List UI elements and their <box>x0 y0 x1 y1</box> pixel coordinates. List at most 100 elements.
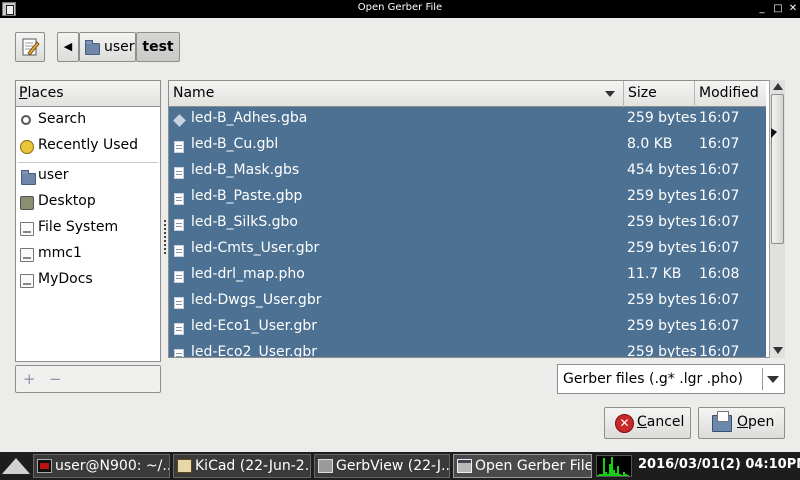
cancel-mnemonic: C <box>637 414 647 430</box>
places-header-label: laces <box>27 85 64 101</box>
task-label: KiCad (22-Jun-2... <box>195 458 311 474</box>
drive-icon <box>20 222 34 236</box>
maximize-button[interactable]: □ <box>772 1 784 16</box>
task-terminal[interactable]: user@N900: ~/... <box>33 454 170 478</box>
file-list[interactable]: Name Size Modified led-B_Adhes.gba 259 by… <box>168 80 785 358</box>
file-row[interactable]: led-Cmts_User.gbr 259 bytes 16:07 <box>169 237 766 263</box>
file-row[interactable]: led-B_Paste.gbp 259 bytes 16:07 <box>169 185 766 211</box>
breadcrumb-user[interactable]: user <box>79 32 136 62</box>
pane-splitter[interactable] <box>164 220 166 254</box>
file-icon <box>174 297 184 309</box>
title-bar: Open Gerber File _ □ ✕ <box>0 0 800 18</box>
file-list-scrollbar[interactable] <box>769 80 785 358</box>
close-window-button[interactable]: ✕ <box>787 1 799 16</box>
file-name: led-B_Paste.gbp <box>191 188 303 204</box>
task-kicad[interactable]: KiCad (22-Jun-2... <box>173 454 311 478</box>
place-item-search[interactable]: Search <box>18 108 158 134</box>
file-name: led-B_Cu.gbl <box>191 136 279 152</box>
type-filename-button[interactable] <box>15 32 45 62</box>
column-modified-label: Modified <box>699 85 759 101</box>
file-modified: 16:07 <box>699 110 740 126</box>
clock-icon <box>20 140 34 154</box>
desktop-icon <box>20 196 34 210</box>
filter-selected-label: Gerber files (.g* .lgr .pho) <box>563 371 743 387</box>
file-list-header: Name Size Modified <box>169 81 766 107</box>
file-row[interactable]: led-Eco2_User.gbr 259 bytes 16:07 <box>169 341 766 357</box>
task-label: GerbView (22-J... <box>336 458 450 474</box>
place-label: File System <box>38 219 119 235</box>
file-row[interactable]: led-B_SilkS.gbo 259 bytes 16:07 <box>169 211 766 237</box>
file-icon <box>174 193 184 205</box>
column-size-label: Size <box>628 85 657 101</box>
file-size: 259 bytes <box>627 110 697 126</box>
place-label: Recently Used <box>38 137 139 153</box>
scroll-down-icon[interactable] <box>773 347 783 354</box>
file-icon <box>174 271 184 283</box>
column-header-name[interactable]: Name <box>169 81 624 107</box>
task-gerbview[interactable]: GerbView (22-J... <box>314 454 450 478</box>
place-label: MyDocs <box>38 271 93 287</box>
column-header-size[interactable]: Size <box>624 81 695 107</box>
open-folder-icon <box>712 411 732 432</box>
place-item-desktop[interactable]: Desktop <box>18 190 158 216</box>
file-name: led-drl_map.pho <box>191 266 305 282</box>
file-row[interactable]: led-Eco1_User.gbr 259 bytes 16:07 <box>169 315 766 341</box>
file-size: 259 bytes <box>627 318 697 334</box>
place-item-mydocs[interactable]: MyDocs <box>18 268 158 294</box>
add-bookmark-button[interactable]: + <box>23 370 36 388</box>
cpu-monitor <box>596 455 632 477</box>
file-row[interactable]: led-B_Adhes.gba 259 bytes 16:07 <box>169 107 766 133</box>
gerbview-icon <box>318 459 333 473</box>
open-mnemonic: O <box>737 414 749 430</box>
file-modified: 16:07 <box>699 292 740 308</box>
sort-descending-icon <box>605 91 615 97</box>
drive-icon <box>20 248 34 262</box>
open-button[interactable]: Open <box>698 407 785 439</box>
task-label: user@N900: ~/... <box>55 458 170 474</box>
place-item-user[interactable]: user <box>18 164 158 190</box>
file-modified: 16:07 <box>699 136 740 152</box>
file-icon <box>174 167 184 179</box>
places-header[interactable]: Places <box>16 81 160 107</box>
file-size: 454 bytes <box>627 162 697 178</box>
scroll-up-icon[interactable] <box>773 83 783 90</box>
column-name-label: Name <box>173 85 215 101</box>
file-row[interactable]: led-drl_map.pho 11.7 KB 16:08 <box>169 263 766 289</box>
column-header-modified[interactable]: Modified <box>695 81 766 107</box>
file-name: led-B_Adhes.gba <box>191 110 308 126</box>
place-label: mmc1 <box>38 245 82 261</box>
file-icon <box>174 323 184 335</box>
path-back-button[interactable]: ◀ <box>57 32 79 62</box>
cancel-button[interactable]: ✕ Cancel <box>604 407 691 439</box>
chevron-left-icon: ◀ <box>63 40 73 53</box>
window-icon <box>457 459 472 473</box>
places-add-remove-bar: + − <box>15 365 161 393</box>
place-item-file-system[interactable]: File System <box>18 216 158 242</box>
scrollbar-thumb[interactable] <box>771 94 784 244</box>
terminal-icon <box>37 459 52 473</box>
file-type-filter[interactable]: Gerber files (.g* .lgr .pho) <box>557 364 785 394</box>
file-modified: 16:08 <box>699 266 740 282</box>
start-menu-button[interactable] <box>0 452 32 480</box>
place-label: Desktop <box>38 193 96 209</box>
window-title: Open Gerber File <box>357 2 443 13</box>
place-item-mmc1[interactable]: mmc1 <box>18 242 158 268</box>
task-open-gerber-file[interactable]: Open Gerber File <box>453 454 592 478</box>
file-size: 8.0 KB <box>627 136 673 152</box>
edit-icon <box>22 38 40 56</box>
cpu-bar <box>627 475 629 476</box>
cancel-label-rest: ancel <box>646 414 685 430</box>
breadcrumb-test[interactable]: test <box>136 32 180 62</box>
clock[interactable]: 2016/03/01(2) 04:10PM <box>638 457 800 472</box>
remove-bookmark-button[interactable]: − <box>49 370 62 388</box>
minimize-button[interactable]: _ <box>756 1 768 16</box>
drive-icon <box>20 274 34 288</box>
file-size: 11.7 KB <box>627 266 682 282</box>
file-row[interactable]: led-B_Cu.gbl 8.0 KB 16:07 <box>169 133 766 159</box>
place-label: Search <box>38 111 87 127</box>
file-row[interactable]: led-B_Mask.gbs 454 bytes 16:07 <box>169 159 766 185</box>
file-row[interactable]: led-Dwgs_User.gbr 259 bytes 16:07 <box>169 289 766 315</box>
taskbar: user@N900: ~/... KiCad (22-Jun-2... Gerb… <box>0 452 800 480</box>
home-folder-icon <box>21 170 36 185</box>
place-item-recently-used[interactable]: Recently Used <box>18 134 158 160</box>
